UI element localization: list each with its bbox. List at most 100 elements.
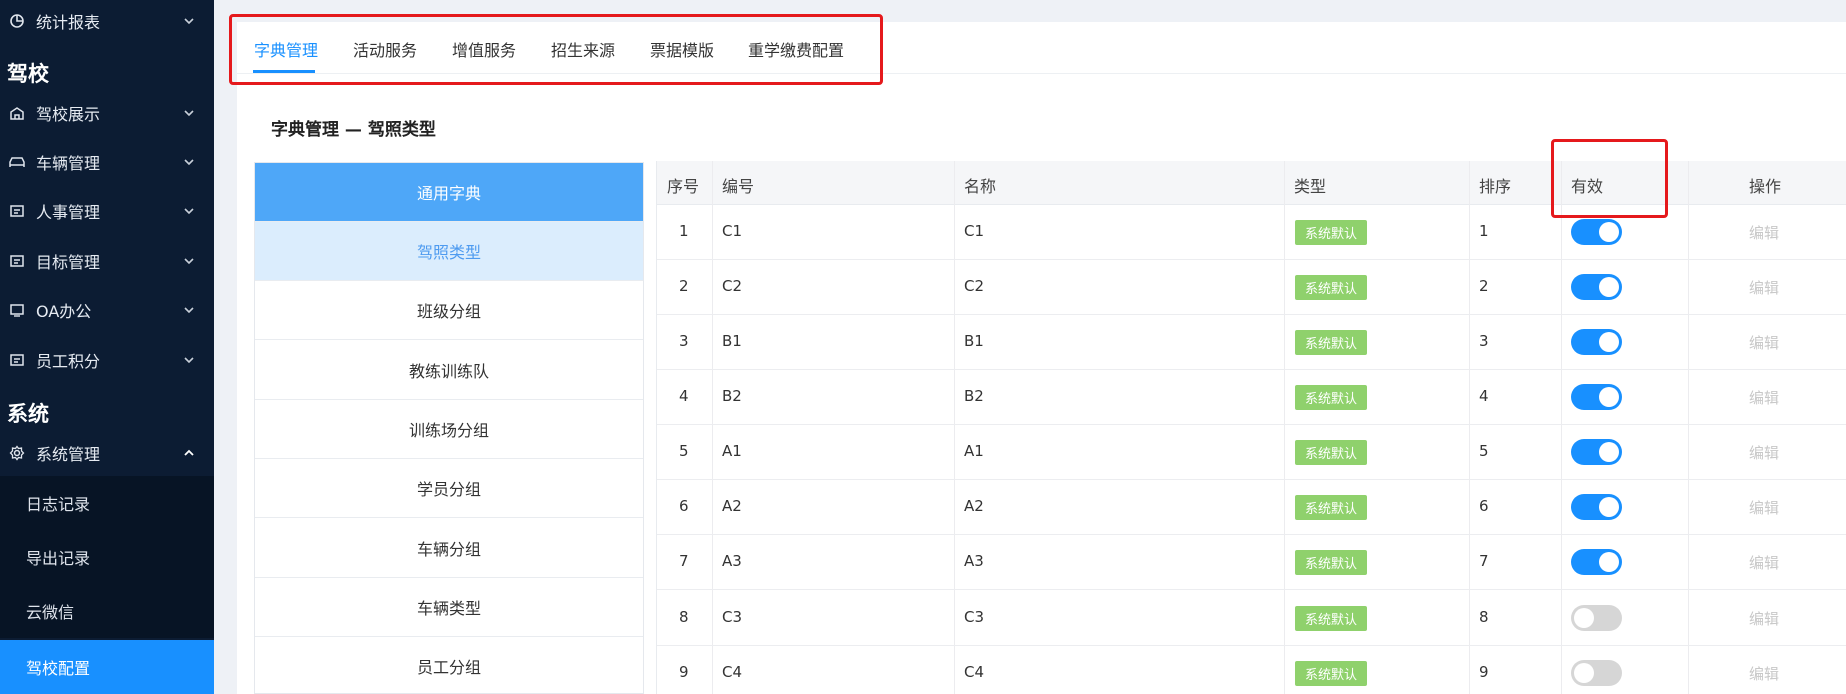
tab-enrollment-source[interactable]: 招生来源 xyxy=(551,37,615,61)
cell-name: B2 xyxy=(964,387,984,405)
id-card-icon xyxy=(8,351,26,369)
sidebar-item-hr[interactable]: 人事管理 xyxy=(0,191,214,231)
enabled-toggle[interactable] xyxy=(1571,274,1622,300)
type-badge: 系统默认 xyxy=(1295,606,1367,631)
dict-item-student-group[interactable]: 学员分组 xyxy=(255,459,643,518)
type-badge: 系统默认 xyxy=(1295,385,1367,410)
section-title-school: 驾校 xyxy=(7,62,49,86)
enabled-toggle[interactable] xyxy=(1571,219,1622,245)
enabled-toggle[interactable] xyxy=(1571,660,1622,686)
enabled-toggle[interactable] xyxy=(1571,439,1622,465)
enabled-toggle[interactable] xyxy=(1571,549,1622,575)
enabled-toggle[interactable] xyxy=(1571,329,1622,355)
enabled-toggle[interactable] xyxy=(1571,494,1622,520)
dict-item-vehicle-type[interactable]: 车辆类型 xyxy=(255,578,643,637)
column-header-name: 名称 xyxy=(964,177,997,196)
tab-receipt-template[interactable]: 票据模版 xyxy=(650,37,714,61)
sidebar-item-label: 员工积分 xyxy=(36,352,101,371)
sidebar-item-goals[interactable]: 目标管理 xyxy=(0,241,214,281)
pie-chart-icon xyxy=(8,12,26,30)
sidebar-item-points[interactable]: 员工积分 xyxy=(0,340,214,380)
cell-name: B1 xyxy=(964,332,984,350)
dict-item-license-type[interactable]: 驾照类型 xyxy=(255,222,643,281)
cell-name: C2 xyxy=(964,277,985,295)
sidebar-subitem-wechat[interactable]: 云微信 xyxy=(0,584,214,638)
table-row: 9 C4 C4 系统默认 9 编辑 xyxy=(657,646,1846,694)
table-row: 8 C3 C3 系统默认 8 编辑 xyxy=(657,591,1846,646)
tab-value-added-service[interactable]: 增值服务 xyxy=(452,37,516,61)
sidebar-subitem-label: 云微信 xyxy=(26,603,75,622)
type-badge: 系统默认 xyxy=(1295,661,1367,686)
chevron-down-icon xyxy=(184,159,194,166)
sidebar-subitem-logs[interactable]: 日志记录 xyxy=(0,476,214,530)
edit-button[interactable]: 编辑 xyxy=(1749,277,1779,298)
sidebar-item-label: 车辆管理 xyxy=(36,154,101,173)
chevron-down-icon xyxy=(184,18,194,25)
section-title-system: 系统 xyxy=(7,402,49,426)
enabled-toggle[interactable] xyxy=(1571,605,1622,631)
cell-code: C3 xyxy=(722,608,743,626)
table-row: 4 B2 B2 系统默认 4 编辑 xyxy=(657,370,1846,425)
cell-name: C4 xyxy=(964,663,985,681)
cell-seq: 7 xyxy=(679,552,689,570)
tab-relearn-fee-config[interactable]: 重学缴费配置 xyxy=(748,37,844,61)
cell-seq: 6 xyxy=(679,497,689,515)
sidebar-subitem-label: 导出记录 xyxy=(26,549,91,568)
dict-item-class-group[interactable]: 班级分组 xyxy=(255,281,643,340)
type-badge: 系统默认 xyxy=(1295,495,1367,520)
cell-code: C4 xyxy=(722,663,743,681)
edit-button[interactable]: 编辑 xyxy=(1749,222,1779,243)
edit-button[interactable]: 编辑 xyxy=(1749,608,1779,629)
table-header: 序号 编号 名称 类型 排序 有效 操作 xyxy=(657,161,1846,205)
toggle-knob xyxy=(1599,277,1619,297)
dict-item-field-group[interactable]: 训练场分组 xyxy=(255,400,643,459)
cell-sort: 5 xyxy=(1479,442,1489,460)
toggle-knob xyxy=(1599,222,1619,242)
sidebar-subitem-exports[interactable]: 导出记录 xyxy=(0,530,214,584)
toggle-knob xyxy=(1599,442,1619,462)
column-header-sort: 排序 xyxy=(1479,177,1512,196)
sidebar-subitem-label: 驾校配置 xyxy=(26,659,91,678)
dict-item-general[interactable]: 通用字典 xyxy=(255,163,643,222)
toggle-knob xyxy=(1599,332,1619,352)
edit-button[interactable]: 编辑 xyxy=(1749,332,1779,353)
edit-button[interactable]: 编辑 xyxy=(1749,663,1779,684)
sidebar-item-label: 系统管理 xyxy=(36,445,101,464)
dict-item-coach-team[interactable]: 教练训练队 xyxy=(255,341,643,400)
type-badge: 系统默认 xyxy=(1295,275,1367,300)
type-badge: 系统默认 xyxy=(1295,220,1367,245)
edit-button[interactable]: 编辑 xyxy=(1749,387,1779,408)
column-header-type: 类型 xyxy=(1294,177,1327,196)
oa-icon xyxy=(8,301,26,319)
tab-dictionary[interactable]: 字典管理 xyxy=(254,37,318,61)
edit-button[interactable]: 编辑 xyxy=(1749,442,1779,463)
table-row: 3 B1 B1 系统默认 3 编辑 xyxy=(657,315,1846,370)
sidebar-item-stats[interactable]: 统计报表 xyxy=(0,1,214,41)
dict-item-staff-group[interactable]: 员工分组 xyxy=(255,637,643,693)
edit-button[interactable]: 编辑 xyxy=(1749,497,1779,518)
sidebar-item-school-display[interactable]: 驾校展示 xyxy=(0,93,214,133)
main-panel: 字典管理 活动服务 增值服务 招生来源 票据模版 重学缴费配置 字典管理 — 驾… xyxy=(229,14,1846,694)
cell-name: C3 xyxy=(964,608,985,626)
type-badge: 系统默认 xyxy=(1295,330,1367,355)
edit-button[interactable]: 编辑 xyxy=(1749,552,1779,573)
cell-seq: 4 xyxy=(679,387,689,405)
cell-code: A2 xyxy=(722,497,742,515)
cell-sort: 1 xyxy=(1479,222,1489,240)
sidebar-item-label: 驾校展示 xyxy=(36,105,101,124)
sidebar-subitem-label: 日志记录 xyxy=(26,495,91,514)
sidebar-item-oa[interactable]: OA办公 xyxy=(0,290,214,330)
cell-sort: 9 xyxy=(1479,663,1489,681)
license-type-table: 序号 编号 名称 类型 排序 有效 操作 1 C1 C1 系统默认 1 编辑 2 C2 C2 系统… xyxy=(656,161,1846,694)
enabled-toggle[interactable] xyxy=(1571,384,1622,410)
column-header-enabled: 有效 xyxy=(1571,177,1604,196)
toggle-knob xyxy=(1599,552,1619,572)
sidebar-item-system-management[interactable]: 系统管理 xyxy=(0,433,214,473)
gear-icon xyxy=(8,444,26,462)
cell-name: A2 xyxy=(964,497,984,515)
sidebar-subitem-school-config[interactable]: 驾校配置 xyxy=(0,640,214,694)
dict-item-vehicle-group[interactable]: 车辆分组 xyxy=(255,519,643,578)
tab-activity-service[interactable]: 活动服务 xyxy=(353,37,417,61)
sidebar-item-vehicle[interactable]: 车辆管理 xyxy=(0,142,214,182)
cell-sort: 6 xyxy=(1479,497,1489,515)
